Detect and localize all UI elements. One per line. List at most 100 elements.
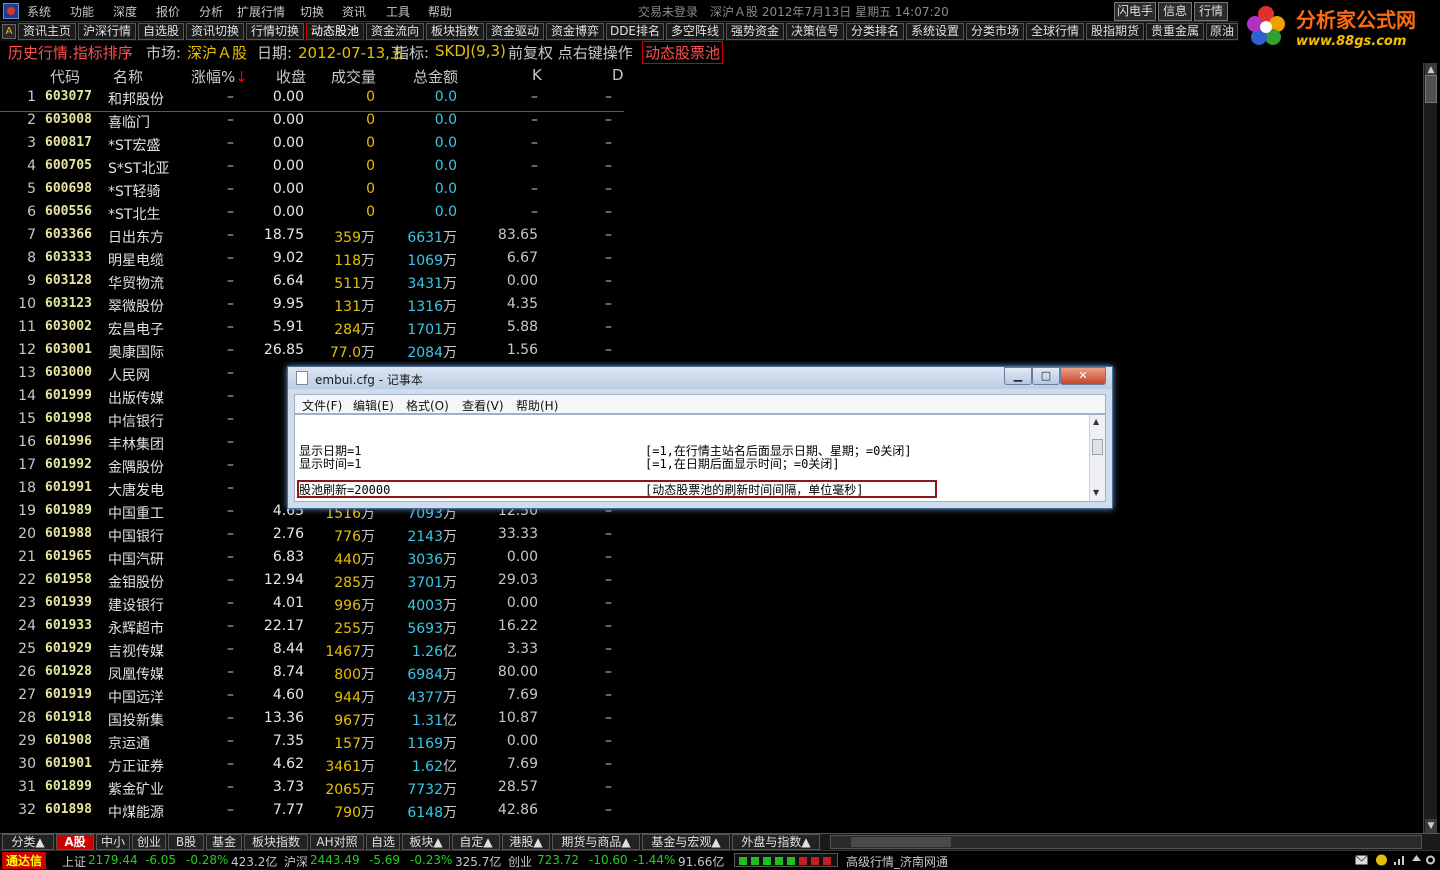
tb-dde-rank[interactable]: DDE排名 xyxy=(606,23,664,40)
col-d[interactable]: D xyxy=(612,66,624,84)
tb-watchlist[interactable]: 自选股 xyxy=(138,23,184,40)
table-row[interactable]: 22 601958 金钼股份 –12.94 285万 3701万 29.03– xyxy=(0,572,630,595)
table-row[interactable]: 2 603008 喜临门 – 0.00 0 0.0 – – xyxy=(0,112,630,135)
menu-item-ext-quotes[interactable]: 扩展行情 xyxy=(237,3,285,20)
hscroll-thumb[interactable] xyxy=(851,837,951,847)
tab-b-share[interactable]: B股 xyxy=(168,834,204,850)
table-row[interactable]: 1 603077 和邦股份 – 0.00 0 0.0 – – xyxy=(0,89,630,112)
tb-sector-index[interactable]: 板块指数 xyxy=(426,23,484,40)
tb-category-rank[interactable]: 分类排名 xyxy=(846,23,904,40)
minimize-icon[interactable]: ▁ xyxy=(1004,367,1032,385)
tab-fund[interactable]: 基金 xyxy=(206,834,242,850)
notepad-titlebar[interactable]: embui.cfg - 记事本 ▁ □ ✕ xyxy=(288,367,1112,389)
col-volume[interactable]: 成交量 xyxy=(331,66,376,87)
tab-foreign-index[interactable]: 外盘与指数▲ xyxy=(732,834,820,850)
table-row[interactable]: 7 603366 日出东方 –18.75 359万 6631万 83.65– xyxy=(0,227,630,250)
menu-item-depth[interactable]: 深度 xyxy=(113,3,137,20)
tb-fund-game[interactable]: 资金博弈 xyxy=(546,23,604,40)
vertical-scrollbar[interactable]: ▲ ▼ xyxy=(1423,63,1437,833)
tab-watchlist[interactable]: 自选 xyxy=(366,834,400,850)
info-button[interactable]: 信息 xyxy=(1158,2,1192,21)
np-menu-format[interactable]: 格式(O) xyxy=(406,397,449,414)
table-row[interactable]: 32 601898 中煤能源 –7.77 790万 6148万 42.86– xyxy=(0,802,630,825)
menu-item-help[interactable]: 帮助 xyxy=(428,3,452,20)
table-row[interactable]: 3 600817 *ST宏盛 – 0.00 0 0.0 – – xyxy=(0,135,630,158)
quotes-button[interactable]: 行情 xyxy=(1194,2,1228,21)
np-menu-help[interactable]: 帮助(H) xyxy=(516,397,558,414)
table-row[interactable]: 12 603001 奥康国际 –26.85 77.0万 2084万 1.56– xyxy=(0,342,630,365)
table-row[interactable]: 20 601988 中国银行 –2.76 776万 2143万 33.33– xyxy=(0,526,630,549)
security-icon[interactable] xyxy=(1375,854,1388,866)
tab-hk[interactable]: 港股▲ xyxy=(502,834,550,850)
tb-fund-flow[interactable]: 资金流向 xyxy=(366,23,424,40)
col-k[interactable]: K xyxy=(532,66,542,84)
tab-a-share[interactable]: A股 xyxy=(56,834,94,850)
table-row[interactable]: 25 601929 吉视传媒 – 8.44 1467万 1.26亿 3.33 – xyxy=(0,641,630,664)
table-row[interactable]: 27 601919 中国远洋 –4.60 944万 4377万 7.69– xyxy=(0,687,630,710)
col-code[interactable]: 代码 xyxy=(50,66,80,87)
tab-sector-index[interactable]: 板块指数 xyxy=(244,834,308,850)
table-row[interactable]: 26 601928 凤凰传媒 –8.74 800万 6984万 80.00– xyxy=(0,664,630,687)
tab-custom[interactable]: 自定▲ xyxy=(452,834,500,850)
table-row[interactable]: 24 601933 永辉超市 –22.17 255万 5693万 16.22– xyxy=(0,618,630,641)
close-icon[interactable]: ✕ xyxy=(1060,367,1106,385)
tb-quote-switch[interactable]: 行情切换 xyxy=(246,23,304,40)
menu-item-analysis[interactable]: 分析 xyxy=(199,3,223,20)
flash-trade-button[interactable]: 闪电手 xyxy=(1114,2,1156,21)
tab-gem[interactable]: 创业 xyxy=(132,834,166,850)
tab-sector[interactable]: 板块▲ xyxy=(402,834,450,850)
col-name[interactable]: 名称 xyxy=(113,66,143,87)
settings-icon[interactable] xyxy=(1424,854,1437,866)
menu-item-news[interactable]: 资讯 xyxy=(342,3,366,20)
table-row[interactable]: 23 601939 建设银行 –4.01 996万 4003万 0.00– xyxy=(0,595,630,618)
scroll-down-icon[interactable]: ▼ xyxy=(1425,819,1437,833)
tb-fund-drive[interactable]: 资金驱动 xyxy=(486,23,544,40)
tab-category[interactable]: 分类▲ xyxy=(2,834,54,850)
notepad-scrollbar[interactable]: ▲ ▼ xyxy=(1089,415,1105,501)
tab-fund-macro[interactable]: 基金与宏观▲ xyxy=(642,834,730,850)
menu-item-switch[interactable]: 切换 xyxy=(300,3,324,20)
np-menu-file[interactable]: 文件(F) xyxy=(302,397,342,414)
tb-strong-funds[interactable]: 强势资金 xyxy=(726,23,784,40)
a-share-icon[interactable]: A xyxy=(2,24,16,39)
tb-index-futures[interactable]: 股指期货 xyxy=(1086,23,1144,40)
tb-news-home[interactable]: 资讯主页 xyxy=(18,23,76,40)
tb-category-market[interactable]: 分类市场 xyxy=(966,23,1024,40)
notepad-text-area[interactable]: 显示日期=1 [=1,在行情主站名后面显示日期、星期；=0关闭] 显示时间=1 … xyxy=(294,414,1106,502)
tb-dynamic-pool[interactable]: 动态股池 xyxy=(306,23,364,40)
np-menu-edit[interactable]: 编辑(E) xyxy=(353,397,394,414)
table-row[interactable]: 29 601908 京运通 –7.35 157万 1169万 0.00– xyxy=(0,733,630,756)
np-scroll-down-icon[interactable]: ▼ xyxy=(1093,488,1099,497)
table-row[interactable]: 31 601899 紫金矿业 –3.73 2065万 7732万 28.57– xyxy=(0,779,630,802)
table-row[interactable]: 4 600705 S*ST北亚 – 0.00 0 0.0 – – xyxy=(0,158,630,181)
table-row[interactable]: 8 603333 明星电缆 –9.02 118万 1069万 6.67– xyxy=(0,250,630,273)
tb-news-switch[interactable]: 资讯切换 xyxy=(186,23,244,40)
table-row[interactable]: 28 601918 国投新集 – 13.36 967万 1.31亿 10.87 – xyxy=(0,710,630,733)
up-arrow-icon[interactable] xyxy=(1410,854,1423,866)
signal-icon[interactable] xyxy=(1393,854,1406,866)
horizontal-scrollbar[interactable] xyxy=(830,835,1422,849)
app-icon[interactable] xyxy=(3,3,19,19)
tab-ah-compare[interactable]: AH对照 xyxy=(310,834,364,850)
tb-crude-oil[interactable]: 原油 xyxy=(1206,23,1238,40)
table-row[interactable]: 21 601965 中国汽研 –6.83 440万 3036万 0.00– xyxy=(0,549,630,572)
np-scroll-up-icon[interactable]: ▲ xyxy=(1093,417,1099,426)
dynamic-pool-tag[interactable]: 动态股票池 xyxy=(642,41,724,64)
maximize-icon[interactable]: □ xyxy=(1032,367,1060,385)
table-row[interactable]: 6 600556 *ST北生 – 0.00 0 0.0 – – xyxy=(0,204,630,227)
table-row[interactable]: 30 601901 方正证券 – 4.62 3461万 1.62亿 7.69 – xyxy=(0,756,630,779)
col-amount[interactable]: 总金额 xyxy=(413,66,458,87)
col-change[interactable]: 涨幅%↓ xyxy=(191,66,248,87)
table-row[interactable]: 5 600698 *ST轻骑 – 0.00 0 0.0 – – xyxy=(0,181,630,204)
scroll-thumb[interactable] xyxy=(1425,75,1437,103)
table-row[interactable]: 11 603002 宏昌电子 –5.91 284万 1701万 5.88– xyxy=(0,319,630,342)
menu-item-quote[interactable]: 报价 xyxy=(156,3,180,20)
tb-precious-metals[interactable]: 贵重金属 xyxy=(1146,23,1204,40)
table-row[interactable]: 9 603128 华贸物流 –6.64 511万 3431万 0.00– xyxy=(0,273,630,296)
table-row[interactable]: 10 603123 翠微股份 –9.95 131万 1316万 4.35– xyxy=(0,296,630,319)
tab-futures-commodities[interactable]: 期货与商品▲ xyxy=(552,834,640,850)
menu-item-system[interactable]: 系统 xyxy=(27,3,51,20)
tb-system-settings[interactable]: 系统设置 xyxy=(906,23,964,40)
tb-long-short[interactable]: 多空阵线 xyxy=(666,23,724,40)
np-scroll-thumb[interactable] xyxy=(1092,439,1103,455)
